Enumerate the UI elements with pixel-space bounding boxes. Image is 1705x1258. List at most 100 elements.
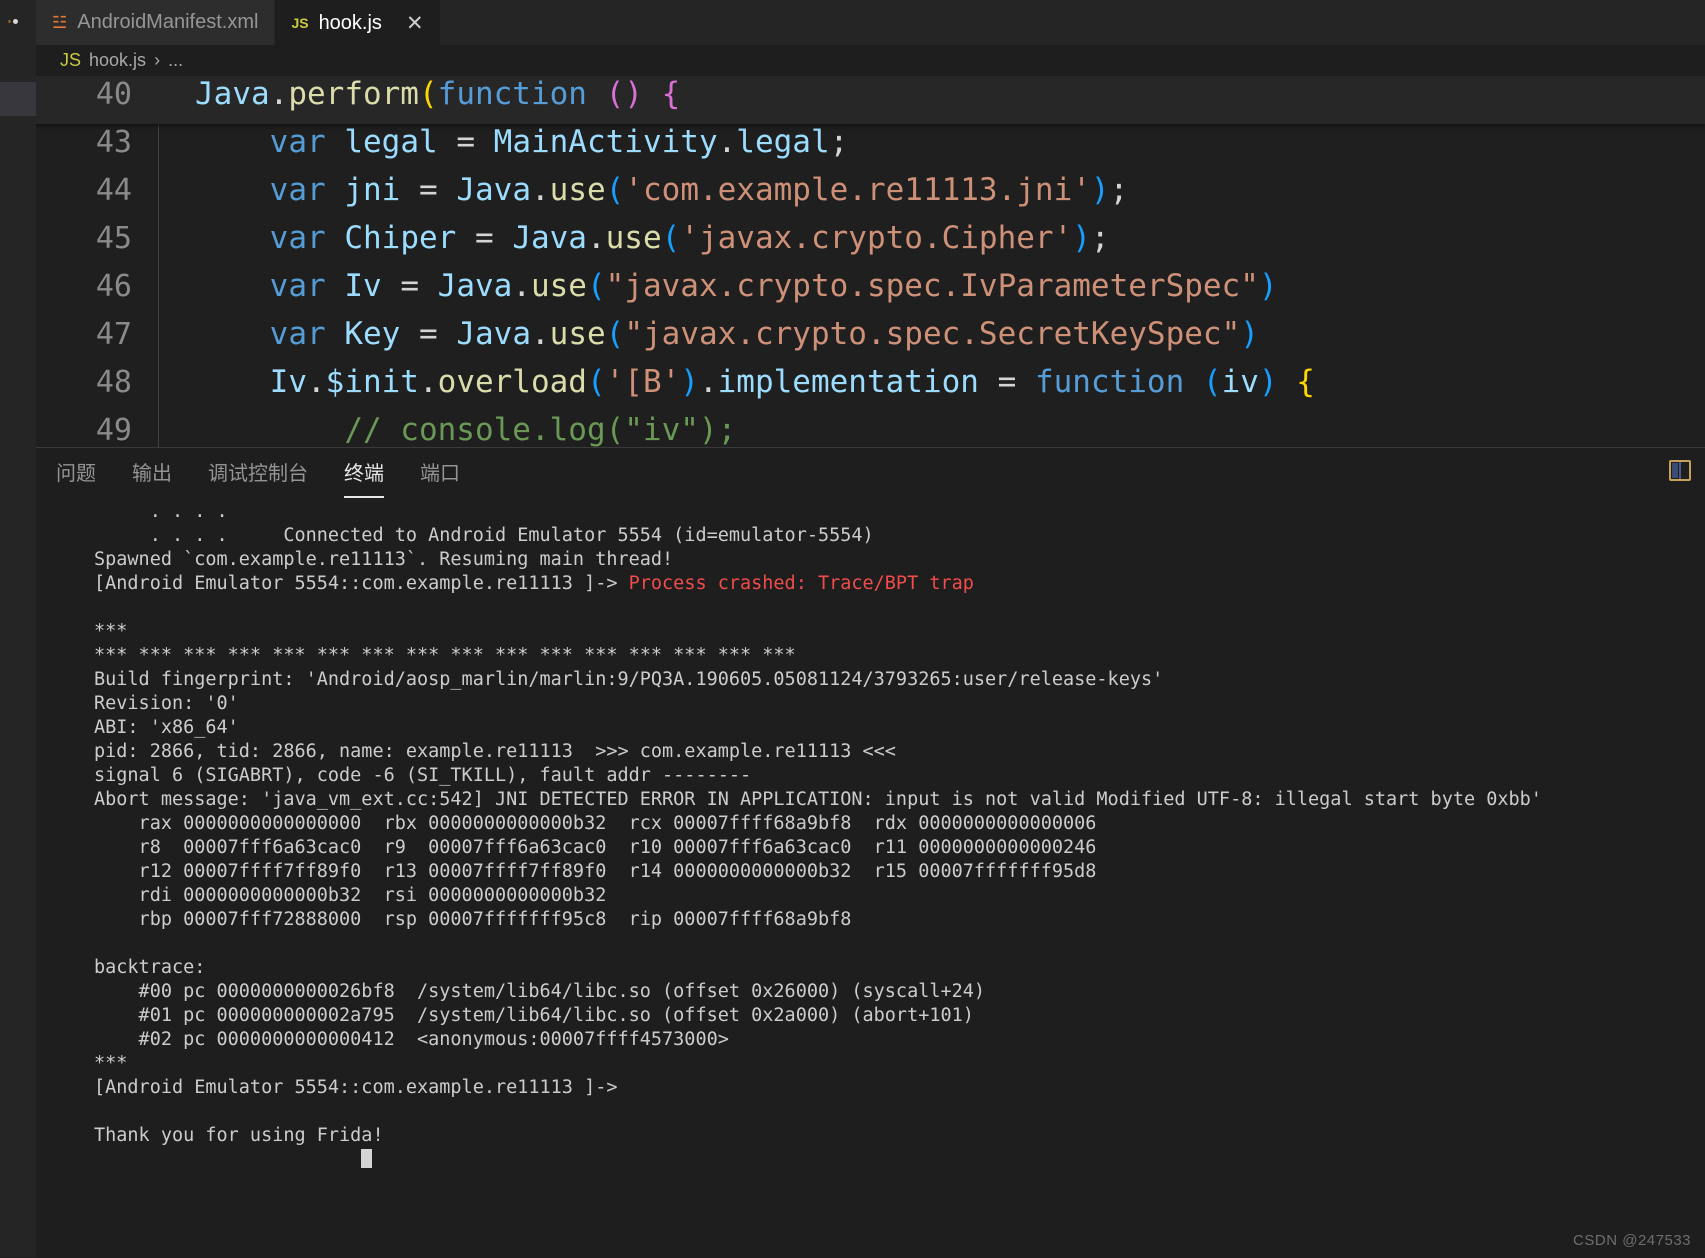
terminal-line: #02 pc 0000000000000412 <anonymous:00007… (94, 1028, 1705, 1052)
code-token: Chiper (344, 220, 457, 256)
editor-tab-active-1[interactable]: JS hook.js ✕ (275, 0, 440, 45)
terminal-line: . . . . (94, 500, 1705, 524)
code-token: = (400, 172, 457, 208)
code-line-text: var Iv = Java.use("javax.crypto.spec.IvP… (195, 268, 1705, 304)
line-number: 46 (95, 269, 132, 304)
terminal-line: backtrace: (94, 956, 1705, 980)
code-editor[interactable]: 40 Java.perform(function () { 43 var legal… (36, 76, 1705, 447)
editor-tab-inactive-0[interactable]: ☳ AndroidManifest.xml (36, 0, 276, 45)
line-number: 40 (95, 77, 132, 112)
terminal-output[interactable]: . . . . . . . . Connected to Android Emu… (36, 500, 1705, 1258)
terminal-text: #00 pc 0000000000026bf8 /system/lib64/li… (94, 981, 986, 1002)
terminal-text: *** *** *** *** *** *** *** *** *** *** … (94, 645, 796, 666)
terminal-text: Spawned `com.example.re11113`. Resuming … (94, 549, 674, 570)
code-line-text: var Key = Java.use("javax.crypto.spec.Se… (195, 316, 1705, 352)
terminal-prompt-line[interactable] (94, 1148, 1705, 1172)
terminal-line: Revision: '0' (94, 692, 1705, 716)
terminal-line: rdi 0000000000000b32 rsi 0000000000000b3… (94, 884, 1705, 908)
code-line[interactable]: 40 Java.perform(function () { (36, 76, 1705, 124)
code-line[interactable]: 47 var Key = Java.use("javax.crypto.spec… (36, 316, 1705, 364)
code-token: var (269, 268, 326, 304)
code-token: { (661, 76, 681, 112)
indent-guide (158, 316, 195, 364)
terminal-cursor (361, 1149, 373, 1168)
code-token: use (605, 220, 662, 256)
terminal-text: r12 00007ffff7ff89f0 r13 00007ffff7ff89f… (94, 861, 1097, 882)
panel-tab-4[interactable]: 端口 (420, 457, 460, 492)
code-line[interactable]: 49 // console.log("iv"); (36, 412, 1705, 447)
code-line-text: var legal = MainActivity.legal; (195, 124, 1705, 160)
terminal-line: *** *** *** *** *** *** *** *** *** *** … (94, 644, 1705, 668)
code-token: implementation (717, 364, 979, 400)
terminal-text: pid: 2866, tid: 2866, name: example.re11… (94, 741, 896, 762)
terminal-line: *** (94, 1052, 1705, 1076)
code-line[interactable]: 44 var jni = Java.use('com.example.re111… (36, 172, 1705, 220)
indent-guide (158, 364, 195, 412)
code-line[interactable]: 43 var legal = MainActivity.legal; (36, 124, 1705, 172)
panel-tab-2[interactable]: 调试控制台 (208, 457, 308, 492)
terminal-line: r12 00007ffff7ff89f0 r13 00007ffff7ff89f… (94, 860, 1705, 884)
code-token: ( (418, 76, 438, 112)
code-token: Java (512, 220, 587, 256)
activity-bar-selection-highlight[interactable] (0, 82, 36, 116)
code-token: . (530, 172, 550, 208)
breadcrumb: JS hook.js › ... (36, 45, 1705, 76)
code-token: = (381, 268, 438, 304)
code-line-text: Iv.$init.overload('[B').implementation =… (195, 364, 1705, 400)
code-token: $init (325, 364, 419, 400)
code-token: Java (456, 172, 531, 208)
code-line-text: var jni = Java.use('com.example.re11113.… (195, 172, 1705, 208)
watermark: CSDN @247533 (1573, 1232, 1691, 1249)
code-line[interactable]: 45 var Chiper = Java.use('javax.crypto.C… (36, 220, 1705, 268)
indent-guide (158, 220, 195, 268)
code-token: 'com.example.re11113.jni' (624, 172, 1091, 208)
panel-tab-0[interactable]: 问题 (56, 457, 96, 492)
code-token: ) (1090, 172, 1110, 208)
code-token: "javax.crypto.spec.SecretKeySpec" (624, 316, 1241, 352)
code-line-text: Java.perform(function () { (195, 76, 1705, 112)
panel-actions (1669, 460, 1691, 481)
indent-guide (158, 412, 195, 447)
code-token: = (437, 124, 494, 160)
code-token: Key (344, 316, 401, 352)
terminal-text: r8 00007fff6a63cac0 r9 00007fff6a63cac0 … (94, 837, 1097, 858)
terminal-line: Build fingerprint: 'Android/aosp_marlin/… (94, 668, 1705, 692)
terminal-text: rax 0000000000000000 rbx 0000000000000b3… (94, 813, 1097, 834)
code-token: ; (1109, 172, 1129, 208)
line-number: 45 (95, 221, 132, 256)
line-number: 49 (95, 413, 132, 447)
terminal-text: signal 6 (SIGABRT), code -6 (SI_TKILL), … (94, 765, 752, 786)
indent-guide (158, 172, 195, 220)
terminal-line: [Android Emulator 5554::com.example.re11… (94, 1076, 1705, 1100)
code-token: . (306, 364, 326, 400)
panel-tab-3[interactable]: 终端 (344, 457, 384, 498)
terminal-text: Revision: '0' (94, 693, 239, 714)
terminal-text: backtrace: (94, 957, 206, 978)
code-line-text: var Chiper = Java.use('javax.crypto.Ciph… (195, 220, 1705, 256)
js-file-icon: JS (60, 50, 82, 70)
code-line[interactable]: 48 Iv.$init.overload('[B').implementatio… (36, 364, 1705, 412)
code-token: '[B' (605, 364, 681, 400)
code-line[interactable]: 46 var Iv = Java.use("javax.crypto.spec.… (36, 268, 1705, 316)
code-token: ) (1240, 316, 1259, 352)
terminal-line: ABI: 'x86_64' (94, 716, 1705, 740)
terminal-text: ABI: 'x86_64' (94, 717, 239, 738)
close-icon[interactable]: ✕ (406, 13, 424, 34)
panel-tab-list: 问题 输出 调试控制台 终端 端口 (36, 448, 1705, 500)
panel-tab-1[interactable]: 输出 (132, 457, 172, 492)
code-token: ( (605, 172, 625, 208)
code-token: MainActivity (493, 124, 718, 160)
breadcrumb-tail[interactable]: ... (168, 50, 183, 71)
split-panel-layout-icon[interactable] (1669, 460, 1691, 481)
breadcrumb-file[interactable]: hook.js (89, 50, 146, 71)
xml-file-icon: ☳ (52, 12, 68, 32)
code-token: ( (1202, 364, 1222, 400)
js-file-icon: JS (291, 15, 309, 31)
